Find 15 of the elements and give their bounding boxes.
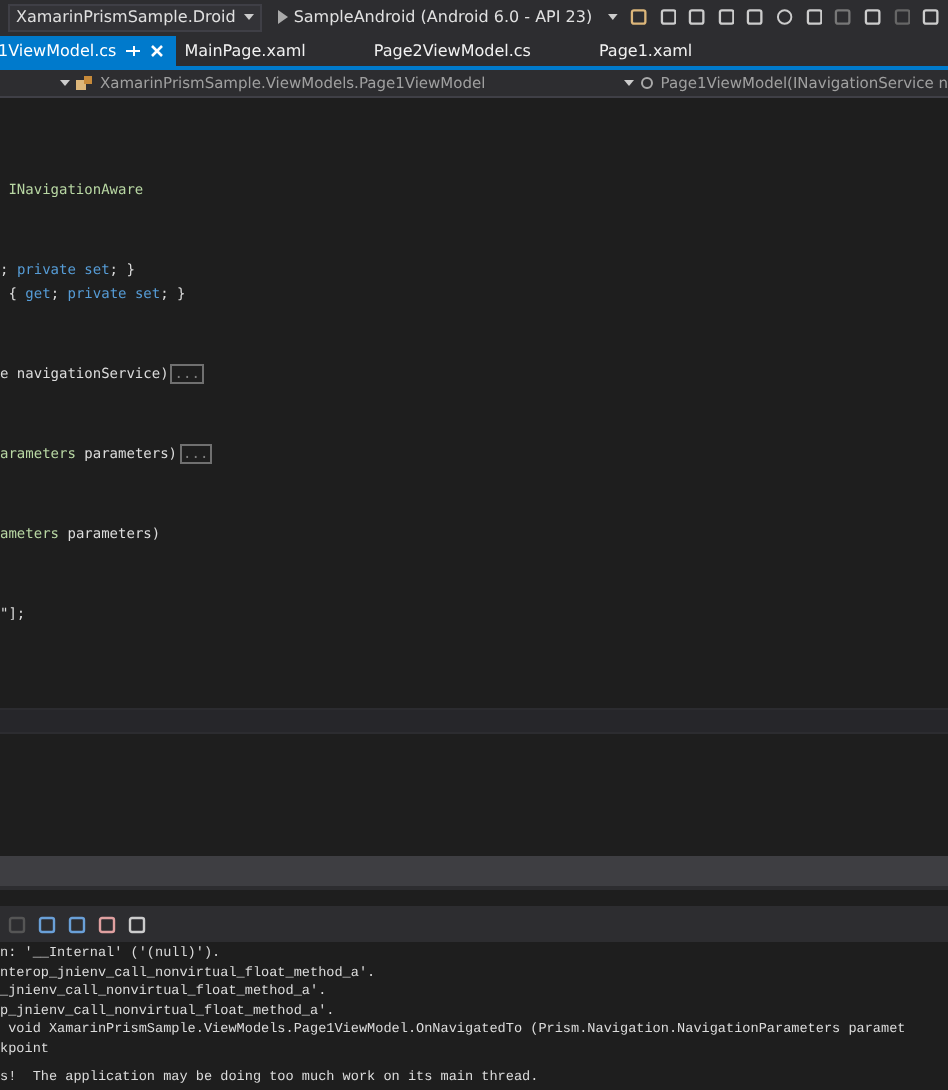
run-button[interactable]: SampleAndroid (Android 6.0 - API 23) (273, 8, 597, 26)
caret-icon (243, 14, 254, 20)
class-icon (76, 75, 94, 91)
file-tab[interactable]: 1ViewModel.cs (0, 36, 177, 66)
caret-icon (624, 80, 635, 86)
file-tab[interactable]: Page1.xaml (590, 36, 753, 66)
close-icon[interactable] (150, 44, 165, 58)
caret-icon (608, 14, 618, 20)
file-tab[interactable]: MainPage.xaml (176, 36, 366, 66)
horizontal-scrollbar[interactable] (0, 856, 948, 890)
file-tab[interactable]: Page2ViewModel.cs (365, 36, 591, 66)
play-icon (277, 10, 288, 24)
project-dropdown[interactable]: XamarinPrismSample.Droid (8, 3, 262, 31)
globe-icon[interactable] (776, 8, 794, 26)
caret-icon (60, 80, 70, 86)
